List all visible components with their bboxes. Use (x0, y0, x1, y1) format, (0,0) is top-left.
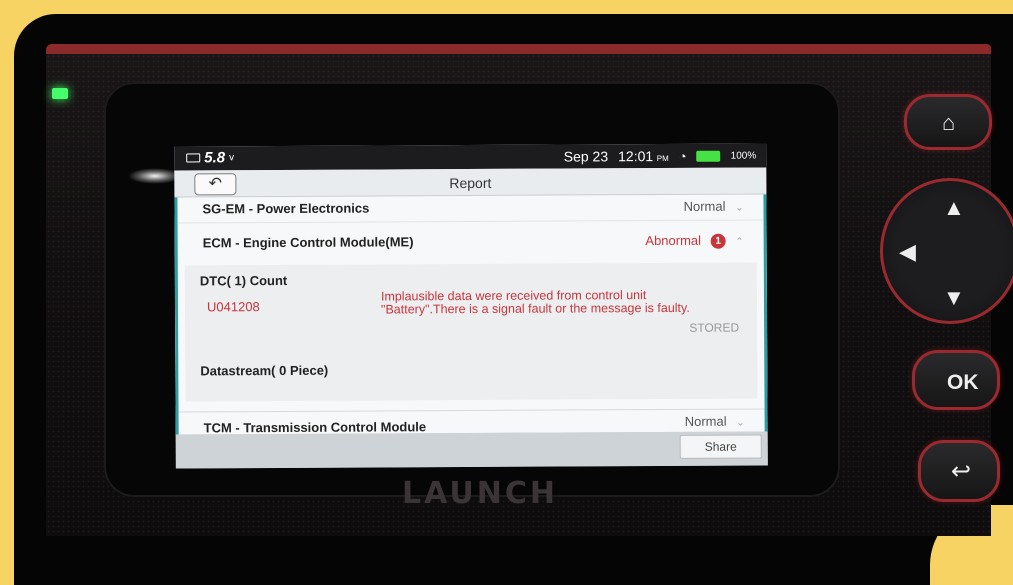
battery-icon (696, 150, 721, 162)
module-row-sg-em[interactable]: SG-EM - Power Electronics Normal ⌄ (177, 198, 764, 224)
dtc-state: STORED (689, 320, 740, 335)
status-right: Sep 23 12:01 PM ◔ 100% (563, 148, 757, 165)
chevron-up-icon: ⌃ (735, 236, 744, 248)
status-bar: 5.8 v Sep 23 12:01 PM ◔ 100% (174, 143, 767, 171)
wifi-icon: ◔ (678, 148, 687, 164)
chevron-down-icon: ⌄ (735, 202, 744, 214)
ok-label: OK (947, 371, 979, 394)
module-status: Abnormal 1 ⌃ (645, 232, 744, 250)
page-title: Report (449, 174, 492, 192)
device-screen: 5.8 v Sep 23 12:01 PM ◔ 100% ↶ Report SG… (174, 143, 768, 469)
voltage-unit: v (229, 152, 235, 164)
bottom-toolbar: Share (175, 431, 768, 469)
status-date: Sep 23 (563, 148, 609, 165)
arrow-left-icon[interactable]: ◀ (899, 239, 916, 265)
module-status: Normal ⌄ (684, 199, 744, 214)
status-clock: 12:01 PM (618, 148, 669, 164)
module-status-text: Normal (683, 198, 726, 214)
return-icon: ↩ (951, 458, 972, 485)
power-led (52, 88, 68, 99)
hardware-home-button[interactable]: ⌂ (904, 94, 992, 150)
dtc-code: U041208 (206, 299, 260, 315)
voltage-value: 5.8 (204, 149, 226, 167)
chevron-down-icon: ⌄ (736, 417, 745, 429)
dtc-count-label: DTC( 1) Count (199, 272, 288, 289)
dtc-panel: DTC( 1) Count U041208 Implausible data w… (184, 262, 758, 402)
module-name: ECM - Engine Control Module(ME) (202, 234, 414, 251)
status-time: 12:01 (618, 148, 654, 165)
brand-logo: LAUNCH (402, 476, 559, 511)
module-status-text: Normal (684, 413, 727, 429)
hardware-back-button[interactable]: ↩ (918, 440, 1000, 502)
arrow-up-icon[interactable]: ▲ (943, 195, 965, 221)
share-button[interactable]: Share (679, 434, 762, 459)
scroll-edge-left (174, 197, 179, 435)
battery-percent: 100% (730, 150, 757, 162)
title-bar: ↶ Report (174, 167, 767, 198)
hardware-ok-button[interactable]: OK (912, 350, 1000, 410)
module-status-text: Abnormal (645, 232, 702, 249)
module-status: Normal ⌄ (685, 414, 745, 429)
status-left: 5.8 v (186, 149, 234, 166)
module-row-tcm[interactable]: TCM - Transmission Control Module Normal… (178, 408, 765, 435)
report-list[interactable]: SG-EM - Power Electronics Normal ⌄ ECM -… (174, 194, 768, 435)
status-ampm: PM (656, 153, 669, 164)
dtc-badge: 1 (710, 233, 726, 249)
vehicle-battery-icon (186, 153, 201, 163)
hardware-dpad[interactable]: ▲ ◀ ▼ (880, 178, 1013, 324)
datastream-label: Datastream( 0 Piece) (200, 362, 329, 379)
arrow-down-icon[interactable]: ▼ (943, 285, 965, 311)
home-icon: ⌂ (942, 110, 956, 135)
module-row-ecm[interactable]: ECM - Engine Control Module(ME) Abnormal… (178, 232, 764, 257)
dtc-description: Implausible data were received from cont… (380, 288, 690, 317)
module-name: SG-EM - Power Electronics (202, 200, 370, 217)
